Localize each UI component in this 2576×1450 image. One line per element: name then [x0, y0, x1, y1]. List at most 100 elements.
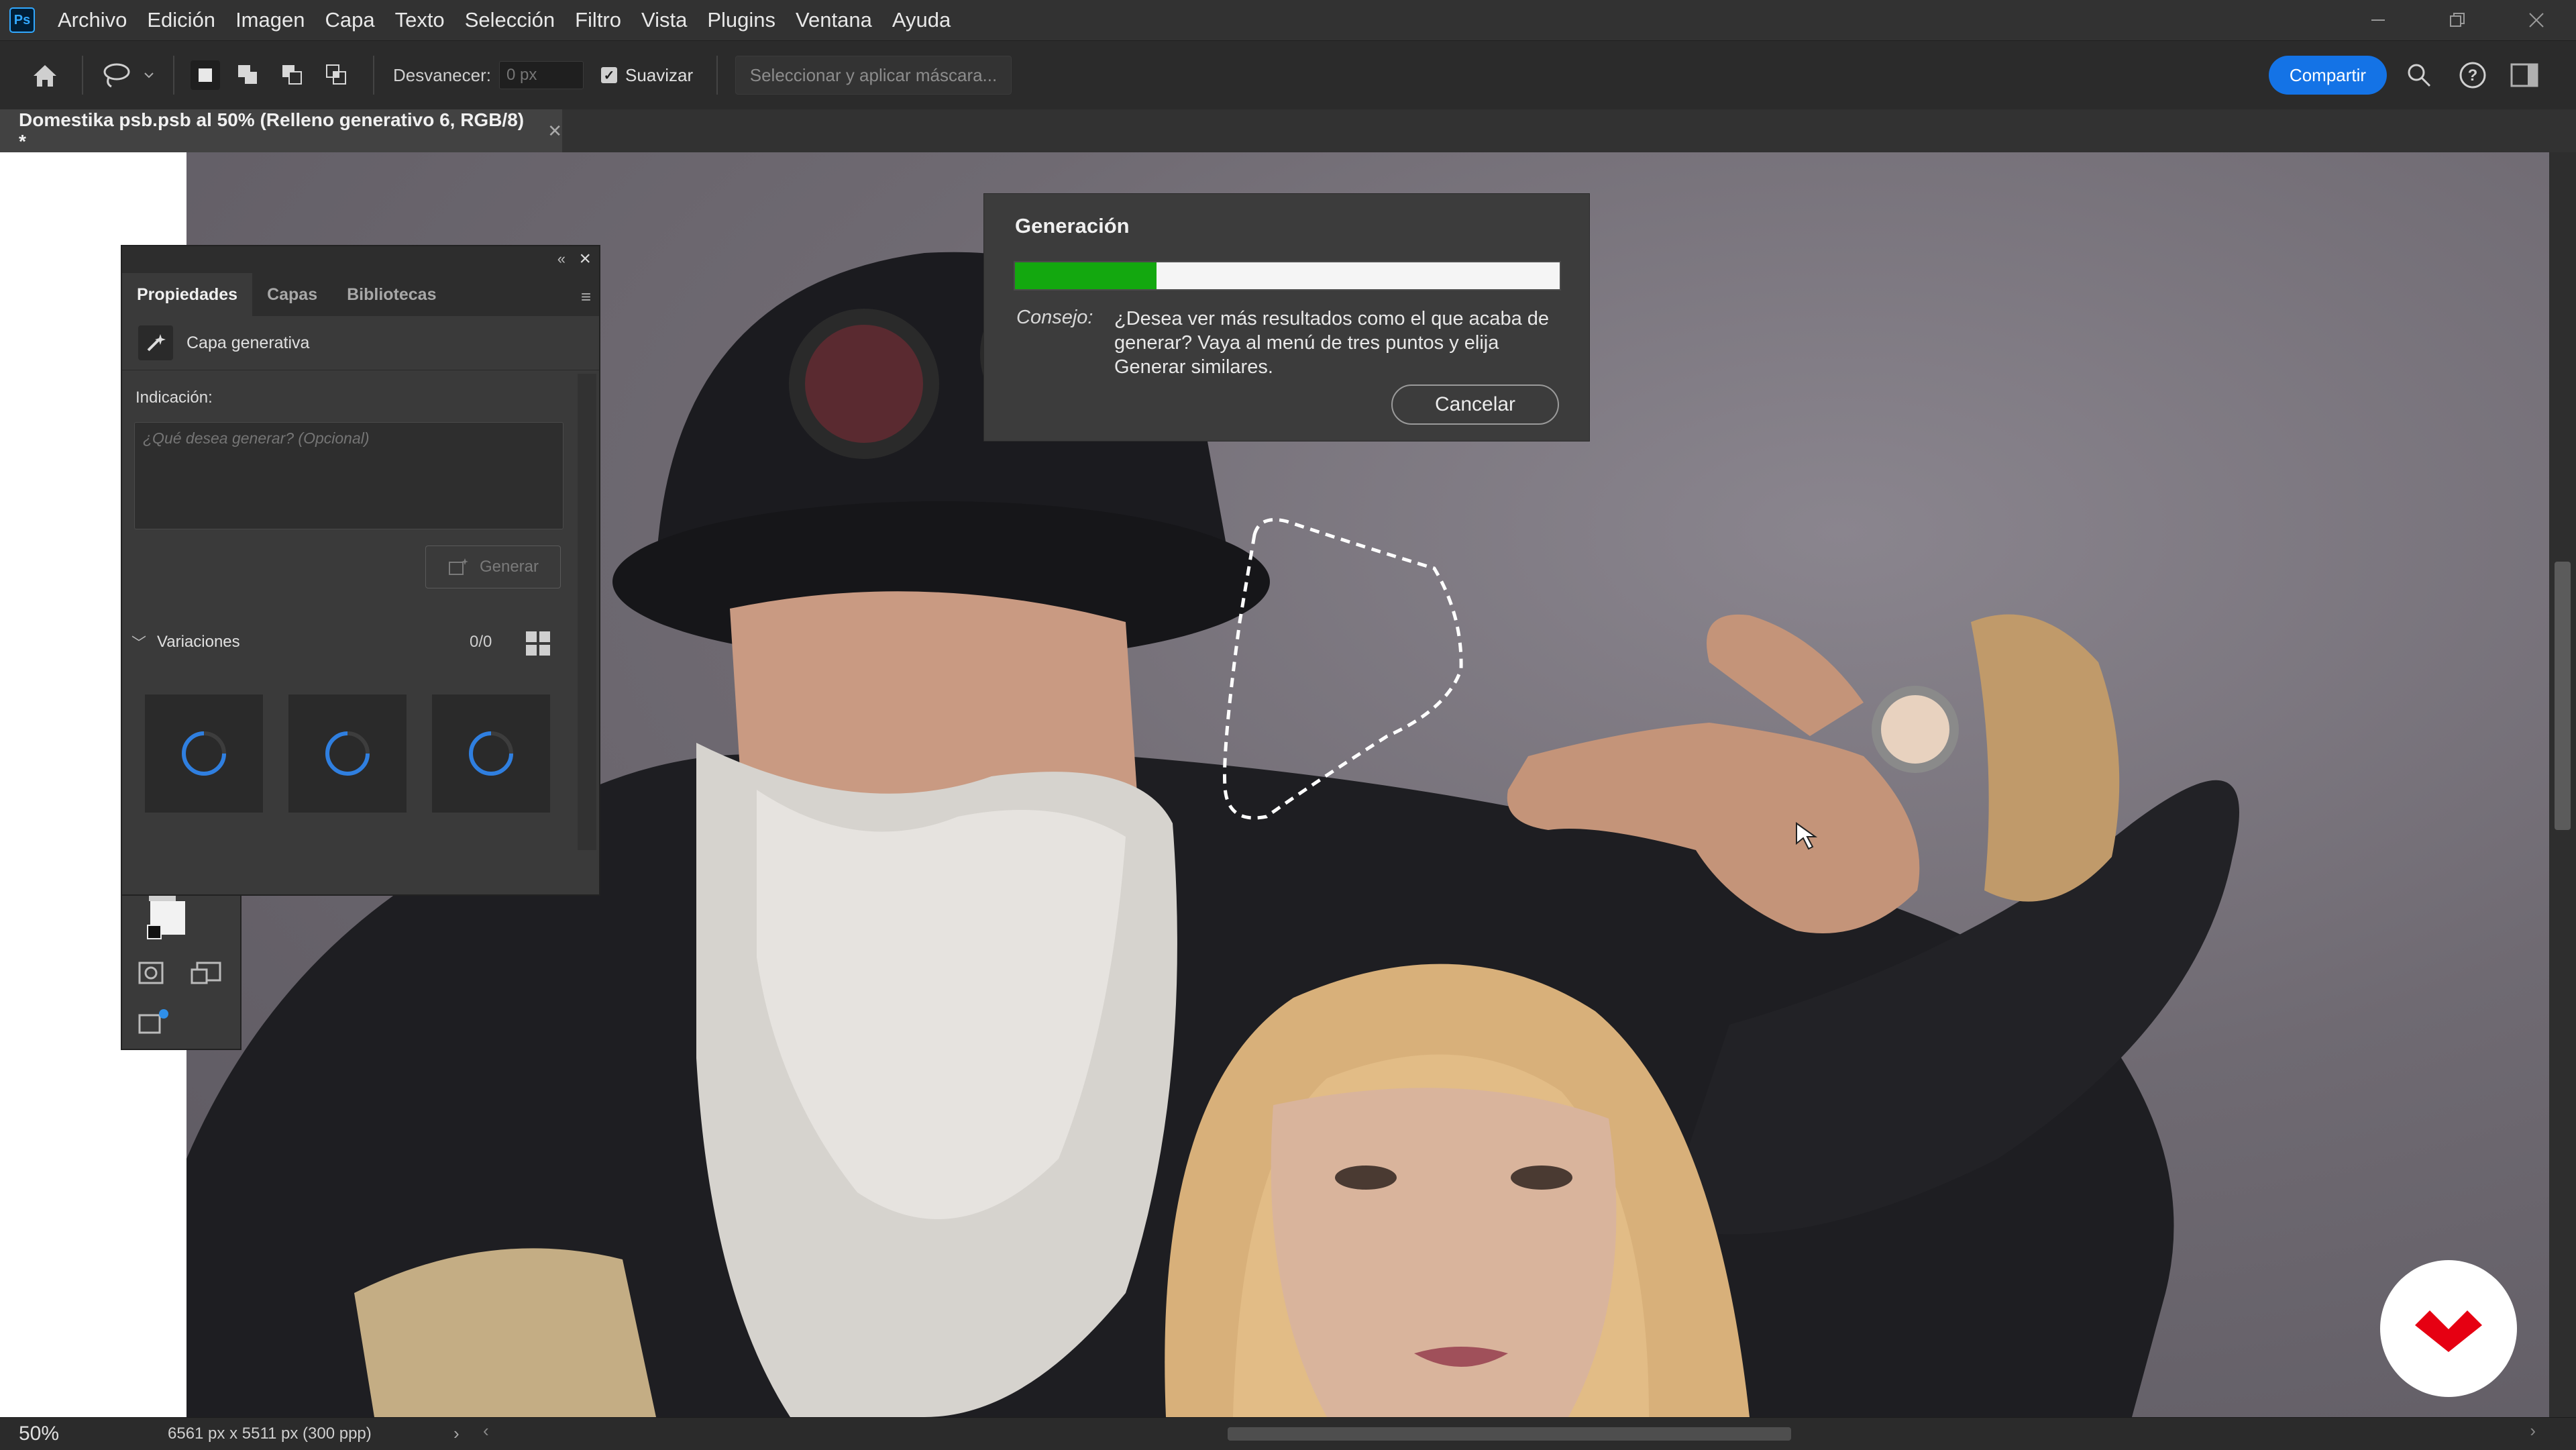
- search-button[interactable]: [2406, 41, 2432, 109]
- tools-icons: [138, 896, 221, 1034]
- panel-header[interactable]: « ×: [122, 246, 599, 273]
- loading-spinner-icon: [325, 731, 370, 776]
- menu-seleccion[interactable]: Selección: [465, 8, 555, 32]
- close-icon: [2529, 13, 2544, 28]
- divider: [82, 56, 83, 95]
- home-button[interactable]: [30, 41, 60, 109]
- help-button[interactable]: ?: [2458, 41, 2487, 109]
- progress-bar-fill: [1015, 262, 1157, 289]
- horizontal-scrollbar[interactable]: ‹ ›: [483, 1420, 2536, 1443]
- generate-button[interactable]: Generar: [425, 546, 561, 588]
- restore-button[interactable]: [2418, 0, 2497, 40]
- generation-dialog: Generación Consejo: ¿Desea ver más resul…: [983, 193, 1590, 442]
- divider: [373, 56, 374, 95]
- collapse-panel-icon[interactable]: «: [557, 250, 566, 268]
- vertical-scrollbar[interactable]: [2549, 152, 2576, 1417]
- options-bar: Desvanecer: ✓ Suavizar Seleccionar y apl…: [0, 40, 2576, 110]
- new-selection-button[interactable]: [191, 60, 220, 90]
- generate-icon: [448, 558, 468, 575]
- tab-capas[interactable]: Capas: [252, 273, 332, 316]
- menu-imagen[interactable]: Imagen: [235, 8, 305, 32]
- new-selection-icon: [199, 68, 212, 82]
- properties-panel: « × Propiedades Capas Bibliotecas ≡ Capa…: [121, 245, 600, 896]
- lasso-tool-button[interactable]: [101, 41, 154, 109]
- photoshop-logo: Ps: [9, 7, 35, 33]
- menu-edicion[interactable]: Edición: [147, 8, 215, 32]
- help-icon: ?: [2459, 62, 2486, 89]
- smooth-checkbox[interactable]: ✓ Suavizar: [601, 41, 693, 109]
- add-selection-button[interactable]: [233, 60, 263, 90]
- chevron-right-icon[interactable]: ›: [453, 1423, 460, 1444]
- smooth-label: Suavizar: [625, 64, 694, 85]
- minimize-icon: [2371, 19, 2385, 21]
- menu-filtro[interactable]: Filtro: [575, 8, 621, 32]
- menu-capa[interactable]: Capa: [325, 8, 374, 32]
- close-panel-icon[interactable]: ×: [579, 248, 591, 270]
- prompt-input[interactable]: [134, 422, 564, 529]
- quick-mask-icon: [138, 962, 164, 984]
- menu-ayuda[interactable]: Ayuda: [892, 8, 951, 32]
- fade-input[interactable]: [499, 61, 584, 89]
- cancel-button[interactable]: Cancelar: [1391, 384, 1559, 425]
- scroll-left-icon[interactable]: ‹: [483, 1420, 489, 1441]
- fade-label: Desvanecer:: [393, 64, 491, 85]
- divider: [173, 56, 174, 95]
- close-window-button[interactable]: [2497, 0, 2576, 40]
- lasso-icon: [103, 63, 154, 88]
- panel-scrollbar[interactable]: [578, 374, 596, 850]
- panel-tabs: Propiedades Capas Bibliotecas ≡: [122, 273, 599, 316]
- domestika-logo: [2380, 1260, 2517, 1397]
- horizontal-scrollbar-thumb[interactable]: [1228, 1427, 1791, 1441]
- restore-icon: [2450, 13, 2465, 27]
- document-tab-title: Domestika psb.psb al 50% (Relleno genera…: [19, 109, 525, 152]
- layer-type-row: Capa generativa: [122, 316, 599, 370]
- vertical-scrollbar-thumb[interactable]: [2555, 562, 2571, 830]
- minimize-button[interactable]: [2339, 0, 2418, 40]
- document-tab[interactable]: Domestika psb.psb al 50% (Relleno genera…: [0, 109, 562, 152]
- variation-thumbnail[interactable]: [432, 694, 550, 813]
- generative-layer-icon: [138, 325, 173, 360]
- intersect-selection-icon: [326, 64, 346, 85]
- grid-view-icon[interactable]: [525, 630, 551, 657]
- intersect-selection-button[interactable]: [322, 60, 352, 90]
- prompt-label: Indicación:: [136, 389, 213, 407]
- document-tab-bar: Domestika psb.psb al 50% (Relleno genera…: [0, 109, 2576, 152]
- variation-thumbnail[interactable]: [145, 694, 263, 813]
- menu-ventana[interactable]: Ventana: [796, 8, 872, 32]
- variations-label: Variaciones: [157, 633, 240, 651]
- chevron-down-icon[interactable]: ﹀: [131, 631, 146, 653]
- menu-texto[interactable]: Texto: [395, 8, 445, 32]
- status-bar: 50% 6561 px x 5511 px (300 ppp) › ‹ ›: [0, 1417, 2576, 1450]
- home-icon: [34, 65, 56, 87]
- tools-panel: [121, 896, 241, 1050]
- svg-text:?: ?: [2468, 66, 2478, 85]
- progress-bar: [1014, 261, 1561, 291]
- generative-tool-icon: [138, 1014, 161, 1034]
- menu-vista[interactable]: Vista: [641, 8, 687, 32]
- dialog-title: Generación: [1015, 214, 1130, 238]
- variation-thumbnail[interactable]: [288, 694, 407, 813]
- share-button[interactable]: Compartir: [2269, 56, 2387, 95]
- zoom-level[interactable]: 50%: [19, 1418, 59, 1450]
- tip-label: Consejo:: [1016, 307, 1093, 328]
- subtract-selection-button[interactable]: [278, 60, 307, 90]
- menu-archivo[interactable]: Archivo: [58, 8, 127, 32]
- menu-bar: Ps Archivo Edición Imagen Capa Texto Sel…: [0, 0, 2576, 40]
- scroll-right-icon[interactable]: ›: [2530, 1420, 2536, 1441]
- divider: [716, 56, 718, 95]
- tab-bibliotecas[interactable]: Bibliotecas: [332, 273, 451, 316]
- tab-propiedades[interactable]: Propiedades: [122, 273, 253, 316]
- variations-count: 0/0: [470, 633, 492, 651]
- loading-spinner-icon: [469, 731, 513, 776]
- checkbox-checked-icon[interactable]: ✓: [601, 67, 617, 83]
- select-and-mask-button[interactable]: Seleccionar y aplicar máscara...: [735, 56, 1012, 95]
- variations-header[interactable]: ﹀ Variaciones 0/0: [131, 622, 561, 662]
- close-tab-icon[interactable]: ✕: [547, 121, 562, 142]
- loading-spinner-icon: [182, 731, 226, 776]
- document-info[interactable]: 6561 px x 5511 px (300 ppp): [168, 1418, 372, 1450]
- foreground-color-swatch: [147, 925, 162, 939]
- menu-plugins[interactable]: Plugins: [707, 8, 775, 32]
- layer-type-label: Capa generativa: [186, 333, 310, 352]
- panel-menu-icon[interactable]: ≡: [581, 287, 591, 307]
- workspace-button[interactable]: [2510, 41, 2538, 109]
